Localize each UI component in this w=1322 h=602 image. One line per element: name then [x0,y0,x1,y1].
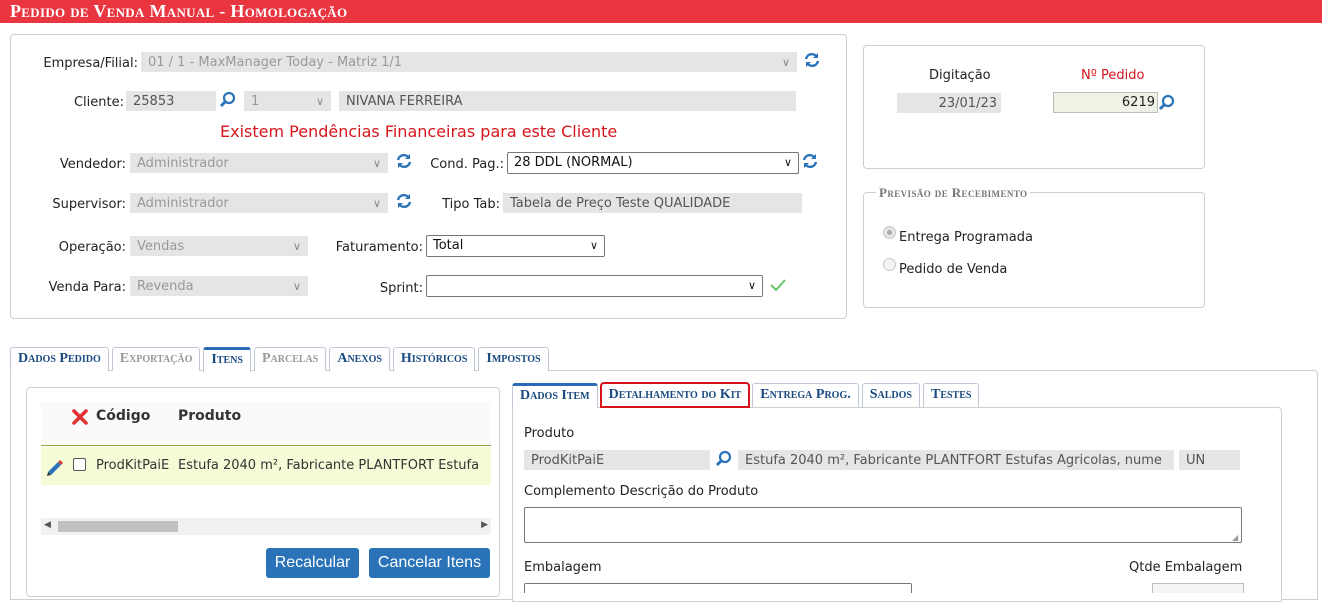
tipo-tab-label: Tipo Tab: [442,197,500,212]
tab-detalhamento-kit[interactable]: Detalhamento do Kit [599,382,751,408]
resize-handle-icon[interactable]: ◢ [1232,533,1238,542]
tab-anexos[interactable]: Anexos [329,347,390,371]
supervisor-value: Administrador [137,196,229,211]
tab-historicos[interactable]: Históricos [392,347,476,371]
produto-code-field[interactable]: ProdKitPaiE [524,450,710,470]
tipo-tab-field: Tabela de Preço Teste QUALIDADE [503,193,802,213]
cond-pag-label: Cond. Pag.: [430,157,504,172]
pedido-label: Nº Pedido [1081,68,1145,83]
faturamento-label: Faturamento: [335,240,423,255]
empresa-label: Empresa/Filial: [43,56,138,71]
vendedor-label: Vendedor: [59,157,126,172]
previsao-legend: Previsão de Recebimento [876,185,1031,201]
cliente-name-field: NIVANA FERREIRA [339,91,796,111]
search-icon[interactable] [715,450,732,467]
vendedor-select[interactable]: Administrador ∨ [130,153,388,173]
edit-pencil-icon[interactable] [44,457,64,477]
refresh-icon[interactable] [395,192,413,210]
refresh-icon[interactable] [801,152,819,170]
scroll-thumb[interactable] [58,521,178,532]
sprint-select[interactable]: ∨ [426,275,763,297]
scroll-left-arrow[interactable]: ◀ [44,520,51,530]
supervisor-label: Supervisor: [52,197,126,212]
supervisor-select[interactable]: Administrador ∨ [130,193,388,213]
tab-saldos[interactable]: Saldos [861,383,920,407]
refresh-icon[interactable] [803,51,821,69]
cancelar-itens-button[interactable]: Cancelar Itens [369,548,490,578]
produto-desc-field: Estufa 2040 m², Fabricante PLANTFORT Est… [738,450,1174,470]
embalagem-label: Embalagem [524,560,602,575]
operacao-select[interactable]: Vendas ∨ [130,236,308,256]
tab-exportacao[interactable]: Exportação [111,347,201,371]
cliente-label: Cliente: [73,95,124,110]
digitacao-label: Digitação [929,68,991,83]
operacao-value: Vendas [137,239,185,254]
produto-label: Produto [524,426,575,441]
faturamento-select[interactable]: Total ∨ [426,235,605,257]
complemento-textarea[interactable] [524,507,1242,543]
delete-icon[interactable] [71,408,89,426]
operacao-label: Operação: [58,240,126,255]
main-tab-bar: Dados Pedido Exportação Itens Parcelas A… [10,347,552,372]
tab-impostos[interactable]: Impostos [478,347,549,371]
col-codigo-header[interactable]: Código [96,408,150,424]
entrega-programada-label: Entrega Programada [899,230,1033,245]
search-icon[interactable] [219,91,236,108]
venda-para-select[interactable]: Revenda ∨ [130,276,308,296]
sprint-label: Sprint: [379,281,423,296]
previsao-fieldset [863,192,1205,308]
cliente-code-field[interactable]: 25853 [126,91,216,111]
tab-parcelas[interactable]: Parcelas [254,347,327,371]
check-icon [770,279,786,292]
tab-itens[interactable]: Itens [203,347,251,372]
tab-dados-pedido[interactable]: Dados Pedido [10,347,109,371]
radio-entrega-programada[interactable] [883,226,896,239]
search-icon[interactable] [1158,94,1175,111]
chevron-down-icon: ∨ [372,197,381,210]
radio-dot [887,230,892,235]
tab-testes[interactable]: Testes [922,383,980,407]
horizontal-scrollbar[interactable]: ◀ ▶ [41,518,491,535]
cliente-seq-select[interactable]: 1 ∨ [244,91,331,111]
refresh-icon[interactable] [395,152,413,170]
table-row[interactable]: ProdKitPaiE Estufa 2040 m², Fabricante P… [41,447,491,485]
tab-entrega-prog[interactable]: Entrega Prog. [752,383,859,407]
page-title: Pedido de Venda Manual - Homologação [0,0,1322,23]
chevron-down-icon: ∨ [292,240,301,253]
complemento-label: Complemento Descrição do Produto [524,484,759,499]
scroll-right-arrow[interactable]: ▶ [481,520,488,530]
pendencias-warning: Existem Pendências Financeiras para este… [220,122,618,141]
row-codigo: ProdKitPaiE [96,458,170,473]
cliente-seq-value: 1 [251,94,260,109]
row-produto: Estufa 2040 m², Fabricante PLANTFORT Est… [178,458,480,473]
chevron-down-icon: ∨ [292,280,301,293]
chevron-down-icon: ∨ [783,156,792,169]
empresa-select[interactable]: 01 / 1 - MaxManager Today - Matriz 1/1 ∨ [141,52,797,72]
pedido-venda-label: Pedido de Venda [899,262,1008,277]
radio-pedido-venda[interactable] [883,258,896,271]
item-tab-bar: Dados Item Detalhamento do Kit Entrega P… [512,382,982,408]
chevron-down-icon: ∨ [372,157,381,170]
venda-para-label: Venda Para: [48,280,126,295]
qtde-embalagem-label: Qtde Embalagem [1129,560,1243,575]
cond-pag-select[interactable]: 28 DDL (NORMAL) ∨ [507,152,799,174]
col-produto-header[interactable]: Produto [178,408,241,424]
chevron-down-icon: ∨ [589,239,598,252]
venda-para-value: Revenda [137,279,194,294]
chevron-down-icon: ∨ [747,279,756,292]
digitacao-field: 23/01/23 [897,93,1001,113]
chevron-down-icon: ∨ [781,56,790,69]
tab-dados-item[interactable]: Dados Item [512,383,598,408]
row-checkbox[interactable] [73,458,86,471]
vendedor-value: Administrador [137,156,229,171]
recalcular-button[interactable]: Recalcular [266,548,359,578]
faturamento-value: Total [433,238,464,253]
pedido-field[interactable]: 6219 [1053,92,1158,113]
cond-pag-value: 28 DDL (NORMAL) [514,155,633,170]
qtde-embalagem-field[interactable] [1152,583,1244,593]
chevron-down-icon: ∨ [315,95,324,108]
produto-un-field: UN [1179,450,1240,470]
embalagem-select[interactable] [524,583,912,593]
empresa-value: 01 / 1 - MaxManager Today - Matriz 1/1 [148,55,403,70]
